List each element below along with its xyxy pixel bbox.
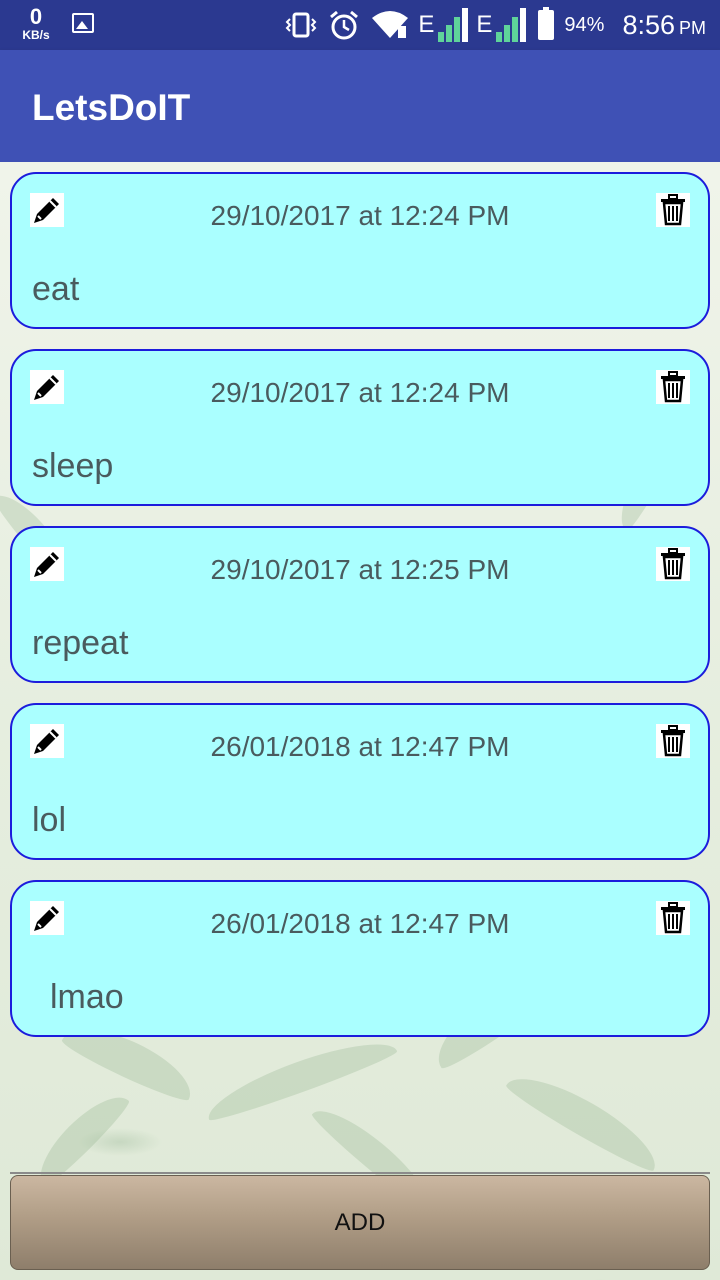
add-button[interactable]: ADD xyxy=(10,1175,710,1270)
task-text: eat xyxy=(32,270,80,308)
trash-icon[interactable] xyxy=(656,370,690,404)
app-title: LetsDoIT xyxy=(32,87,191,128)
network-type-1: E xyxy=(418,11,435,38)
task-date: 29/10/2017 at 12:24 PM xyxy=(210,377,510,408)
network-type-2: E xyxy=(476,11,493,38)
signal-2-icon xyxy=(494,8,527,42)
alarm-icon xyxy=(330,10,359,40)
divider xyxy=(10,1172,710,1174)
task-card: 29/10/2017 at 12:24 PM sleep xyxy=(10,349,710,506)
net-speed: 0 KB/s xyxy=(18,4,54,42)
task-card: 29/10/2017 at 12:25 PM repeat xyxy=(10,526,710,683)
wifi-icon xyxy=(372,11,409,38)
clock-time: 8:56 xyxy=(622,9,675,40)
status-bar: 0 KB/s E E 94% 8:56 PM xyxy=(0,0,720,50)
task-list: 29/10/2017 at 12:24 PM eat 29/10/2017 at… xyxy=(10,172,710,1057)
task-card: 29/10/2017 at 12:24 PM eat xyxy=(10,172,710,329)
trash-icon[interactable] xyxy=(656,193,690,227)
trash-icon[interactable] xyxy=(656,724,690,758)
signal-1-icon xyxy=(436,8,469,42)
vibrate-icon xyxy=(285,12,317,38)
clock: 8:56 PM xyxy=(622,10,706,41)
gallery-notification-icon xyxy=(72,13,94,33)
task-date: 26/01/2018 at 12:47 PM xyxy=(210,908,510,939)
task-text: lol xyxy=(32,801,67,839)
battery-icon xyxy=(538,7,555,40)
status-icons: E E 94% 8:56 PM xyxy=(284,0,706,50)
clock-ampm: PM xyxy=(679,17,706,38)
task-card: 26/01/2018 at 12:47 PM lol xyxy=(10,703,710,860)
task-text: lmao xyxy=(50,978,124,1016)
battery-percent: 94% xyxy=(564,13,605,36)
net-speed-value: 0 xyxy=(29,4,43,29)
trash-icon[interactable] xyxy=(656,901,690,935)
task-text: repeat xyxy=(32,624,129,662)
net-speed-unit: KB/s xyxy=(22,28,50,42)
task-date: 26/01/2018 at 12:47 PM xyxy=(210,731,510,762)
task-card: 26/01/2018 at 12:47 PM lmao xyxy=(10,880,710,1037)
trash-icon[interactable] xyxy=(656,547,690,581)
task-date: 29/10/2017 at 12:25 PM xyxy=(210,554,510,585)
task-date: 29/10/2017 at 12:24 PM xyxy=(210,200,510,231)
task-text: sleep xyxy=(32,447,114,485)
app-bar: LetsDoIT xyxy=(0,50,720,162)
